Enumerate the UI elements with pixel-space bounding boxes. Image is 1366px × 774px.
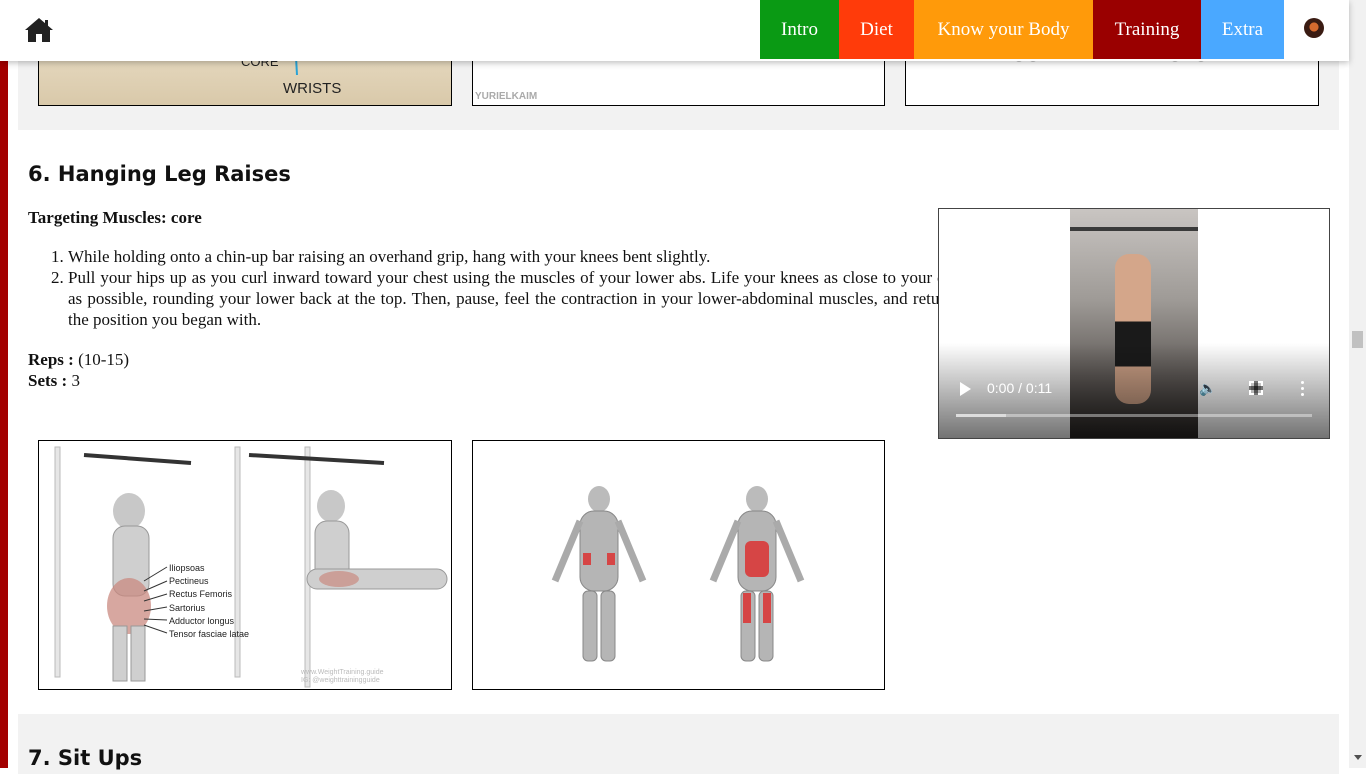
reps-sets-block: Reps : (10-15) Sets : 3 <box>28 349 129 391</box>
muscle-map-image <box>472 440 885 690</box>
list-item: Adductor longus <box>169 615 235 626</box>
list-item: While holding onto a chin-up bar raising… <box>68 246 972 267</box>
video-progress-fill <box>956 414 1006 417</box>
scrollbar-thumb[interactable] <box>1352 331 1363 348</box>
video-progress-bar[interactable] <box>956 414 1312 417</box>
fullscreen-icon[interactable] <box>1249 381 1263 395</box>
play-icon[interactable] <box>960 382 971 396</box>
list-item: Rectus Femoris <box>169 589 233 600</box>
scroll-down-arrow-icon[interactable] <box>1354 755 1362 760</box>
reps-label: Reps : <box>28 350 74 369</box>
muscle-labels: Iliopsoas Pectineus Rectus Femoris Sarto… <box>169 562 249 641</box>
exercise-steps: While holding onto a chin-up bar raising… <box>28 246 972 330</box>
sets-value: 3 <box>67 371 80 390</box>
list-item: Iliopsoas <box>169 563 205 573</box>
top-navbar: Intro Diet Know your Body Training Extra <box>0 0 1349 61</box>
nav-extra[interactable]: Extra <box>1201 0 1284 59</box>
next-section-title: 7. Sit Ups <box>28 746 143 770</box>
nav-diet[interactable]: Diet <box>839 0 914 59</box>
more-options-icon[interactable] <box>1301 381 1305 397</box>
nav-intro[interactable]: Intro <box>760 0 839 59</box>
image-watermark: YURIELKAIM <box>475 91 538 102</box>
reps-value: (10-15) <box>73 350 130 369</box>
anatomy-watermark: www.WeightTraining.guide IG: @weighttrai… <box>301 669 384 685</box>
video-time: 0:00 / 0:11 <box>987 380 1053 396</box>
nav-training[interactable]: Training <box>1093 0 1201 59</box>
list-item: Pectineus <box>169 576 209 587</box>
avatar[interactable] <box>1304 18 1324 38</box>
list-item: Pull your hips up as you curl inward tow… <box>68 267 972 330</box>
sets-label: Sets : <box>28 371 68 390</box>
exercise-video[interactable]: 0:00 / 0:11 🔈 <box>938 208 1330 439</box>
next-section <box>18 714 1339 774</box>
list-item: Tensor fasciae latae <box>169 629 250 640</box>
nav-know-your-body[interactable]: Know your Body <box>914 0 1093 59</box>
exercise-title: 6. Hanging Leg Raises <box>28 162 291 186</box>
chin-up-bar <box>1070 227 1198 231</box>
volume-icon[interactable]: 🔈 <box>1199 381 1216 397</box>
left-accent-strip <box>0 0 8 768</box>
targeting-muscles: Targeting Muscles: core <box>28 208 202 227</box>
wrists-label: WRISTS <box>283 80 342 97</box>
page-scrollbar[interactable] <box>1349 0 1366 768</box>
hanging-leg-raise-anatomy-image: Iliopsoas Pectineus Rectus Femoris Sarto… <box>38 440 452 690</box>
home-icon[interactable] <box>24 16 54 44</box>
muscle-map-figure-icon <box>551 486 805 662</box>
watermark-line: IG: @weighttrainingguide <box>301 677 380 684</box>
list-item: Sartorius <box>169 602 206 613</box>
watermark-line: www.WeightTraining.guide <box>301 669 384 676</box>
